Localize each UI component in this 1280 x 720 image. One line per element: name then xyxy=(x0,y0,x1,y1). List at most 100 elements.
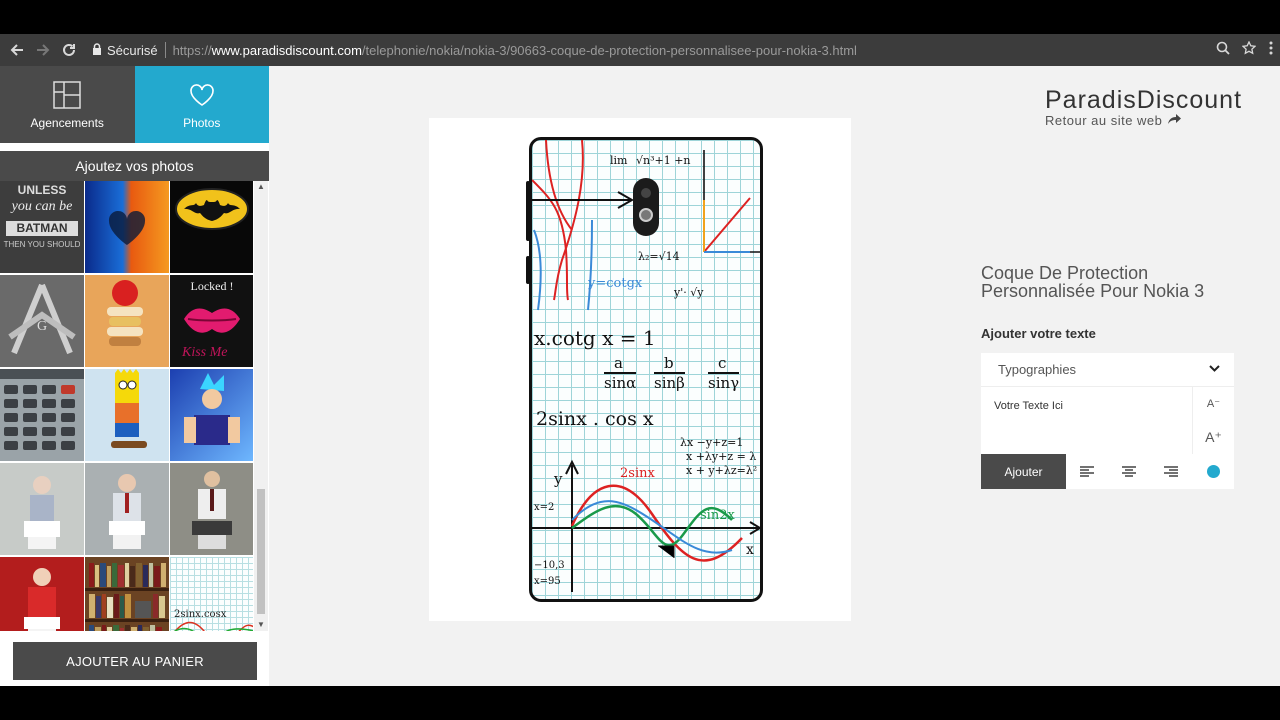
text-input[interactable]: Votre Texte Ici xyxy=(981,387,1193,454)
graph-axis-y: y xyxy=(554,470,563,488)
share-arrow-icon xyxy=(1167,113,1181,128)
phone-case[interactable]: lim √n³+1 +n y=cotgx λ₂=√14 y'· √y x.cot… xyxy=(529,137,763,602)
formula-system-3: x + y+λz=λ² xyxy=(686,464,758,477)
thumb-text-then: THEN YOU SHOULD xyxy=(3,240,81,249)
formula-cotg: y=cotgx xyxy=(588,276,643,291)
thumb-text-locked: Locked ! xyxy=(190,279,234,293)
formula-ratio-sin-b: sinβ xyxy=(654,372,685,392)
photo-thumb-kiss-me[interactable]: Locked ! Kiss Me xyxy=(170,275,253,367)
typography-select[interactable]: Typographies xyxy=(981,353,1234,387)
strawberry-icon xyxy=(107,280,143,346)
case-preview: lim √n³+1 +n y=cotgx λ₂=√14 y'· √y x.cot… xyxy=(429,118,851,621)
photo-thumb-batman-quote[interactable]: UNLESS you can be BATMAN THEN YOU SHOULD xyxy=(0,181,84,273)
bookmark-star-icon[interactable] xyxy=(1241,40,1257,59)
menu-dots-icon[interactable] xyxy=(1268,41,1274,59)
formula-ratio-sin-a: sinα xyxy=(604,372,637,392)
align-center-icon[interactable] xyxy=(1108,454,1150,489)
thumb-text-batman: BATMAN xyxy=(6,221,78,236)
person-sitting-icon xyxy=(192,471,232,549)
formula-2sinx-cosx: 2sinx . cos x xyxy=(536,408,654,430)
graph-tick-103: −10,3 xyxy=(534,560,565,571)
secure-label: Sécurisé xyxy=(107,42,158,58)
address-bar[interactable]: https://www.paradisdiscount.com/telephon… xyxy=(173,43,857,58)
url-scheme: https:// xyxy=(172,42,212,58)
align-left-icon[interactable] xyxy=(1066,454,1108,489)
add-text-label: Ajouter votre texte xyxy=(981,326,1096,341)
sine-curves-icon xyxy=(173,621,253,631)
product-title: Coque De Protection Personnalisée Pour N… xyxy=(981,263,1205,301)
photo-thumb-man-toilet[interactable] xyxy=(170,463,253,555)
lips-icon xyxy=(184,308,240,333)
photo-thumb-strawberry-macarons[interactable] xyxy=(85,275,169,367)
label-2sinx: 2sinx xyxy=(620,466,655,481)
scroll-up-icon[interactable]: ▲ xyxy=(254,181,268,193)
browser-toolbar: Sécurisé https://www.paradisdiscount.com… xyxy=(0,34,1280,66)
top-letterbox xyxy=(0,0,1280,34)
zoom-icon[interactable] xyxy=(1216,41,1230,59)
bottom-letterbox xyxy=(0,686,1280,720)
back-icon[interactable] xyxy=(4,34,30,66)
label-sin2x: sin2x xyxy=(700,508,735,523)
forward-icon[interactable] xyxy=(30,34,56,66)
graph-tick-95: x=95 xyxy=(534,576,561,587)
bookshelf-icon xyxy=(85,563,169,631)
cartoon-character-icon xyxy=(111,369,147,448)
calculator-icon xyxy=(0,369,84,450)
formula-ratio-sin-c: sinγ xyxy=(708,372,740,392)
back-to-site-link[interactable]: Retour au site web xyxy=(1045,113,1181,128)
address-separator xyxy=(164,42,166,58)
photo-thumb-bookshelf[interactable] xyxy=(85,557,169,631)
align-right-icon[interactable] xyxy=(1150,454,1192,489)
scrollbar-thumb[interactable] xyxy=(257,489,265,614)
tab-photos[interactable]: Photos xyxy=(134,66,269,143)
person-sitting-icon xyxy=(24,568,60,631)
formula-derivative: y'· √y xyxy=(674,286,704,299)
formula-lim: lim xyxy=(610,154,628,167)
photo-thumb-bart-skateboard[interactable] xyxy=(85,369,169,461)
formula-system-2: x +λy+z = λ xyxy=(686,450,757,463)
text-editor-panel: Typographies Votre Texte Ici A⁻ A⁺ Ajout… xyxy=(981,353,1234,489)
font-smaller-button[interactable]: A⁻ xyxy=(1193,387,1234,420)
photo-thumb-queen-toilet[interactable] xyxy=(0,463,84,555)
add-to-cart-button[interactable]: AJOUTER AU PANIER xyxy=(13,642,257,680)
add-text-button[interactable]: Ajouter xyxy=(981,454,1066,489)
formula-ratio-b: b xyxy=(664,354,674,372)
page: Agencements Photos Ajoutez vos photos UN… xyxy=(0,66,1280,686)
formula-lim-fraction: √n³+1 +n xyxy=(636,154,691,167)
font-larger-button[interactable]: A⁺ xyxy=(1193,421,1234,454)
photo-thumb-calculator[interactable] xyxy=(0,369,84,461)
sidebar-tabs: Agencements Photos xyxy=(0,66,269,143)
photo-thumb-merkel-toilet[interactable] xyxy=(0,557,84,631)
thumb-text-you-can-be: you can be xyxy=(11,199,73,214)
text-color-swatch[interactable] xyxy=(1207,465,1220,478)
layout-grid-icon xyxy=(53,80,81,110)
lock-icon xyxy=(92,42,102,58)
compass-square-icon: G xyxy=(8,283,76,355)
photo-grid: UNLESS you can be BATMAN THEN YOU SHOULD… xyxy=(0,181,253,631)
photo-thumb-batman-logo[interactable] xyxy=(170,181,253,273)
photo-thumb-putin-toilet[interactable] xyxy=(85,463,169,555)
photo-grid-scrollbar[interactable]: ▲ ▼ xyxy=(254,181,268,631)
reload-icon[interactable] xyxy=(56,34,82,66)
back-to-site-label: Retour au site web xyxy=(1045,113,1163,128)
formula-lambda: λ₂=√14 xyxy=(638,250,680,263)
photo-thumb-freemason[interactable]: G xyxy=(0,275,84,367)
photo-thumb-math[interactable]: 2sinx.cosx xyxy=(170,557,253,631)
brand-logo[interactable]: ParadisDiscount xyxy=(1045,86,1242,115)
tab-photos-label: Photos xyxy=(183,115,221,130)
photo-thumb-anime-fighter[interactable] xyxy=(170,369,253,461)
formula-ratio-c: c xyxy=(718,354,727,372)
photo-thumb-fire-ice-heart[interactable] xyxy=(85,181,169,273)
typography-select-value: Typographies xyxy=(998,362,1077,377)
heart-shape-icon xyxy=(108,210,146,245)
chevron-down-icon xyxy=(1209,362,1220,376)
tab-agencements[interactable]: Agencements xyxy=(0,66,135,143)
camera-flash-icon xyxy=(639,208,653,222)
graph-axis-x: x xyxy=(746,542,754,558)
heart-icon xyxy=(189,80,215,110)
tab-agencements-label: Agencements xyxy=(30,115,104,130)
thumb-text-unless: UNLESS xyxy=(17,183,67,197)
scroll-down-icon[interactable]: ▼ xyxy=(254,619,268,631)
formula-xcotg: x.cotg x = 1 xyxy=(534,326,656,350)
anime-character-icon xyxy=(184,373,240,445)
